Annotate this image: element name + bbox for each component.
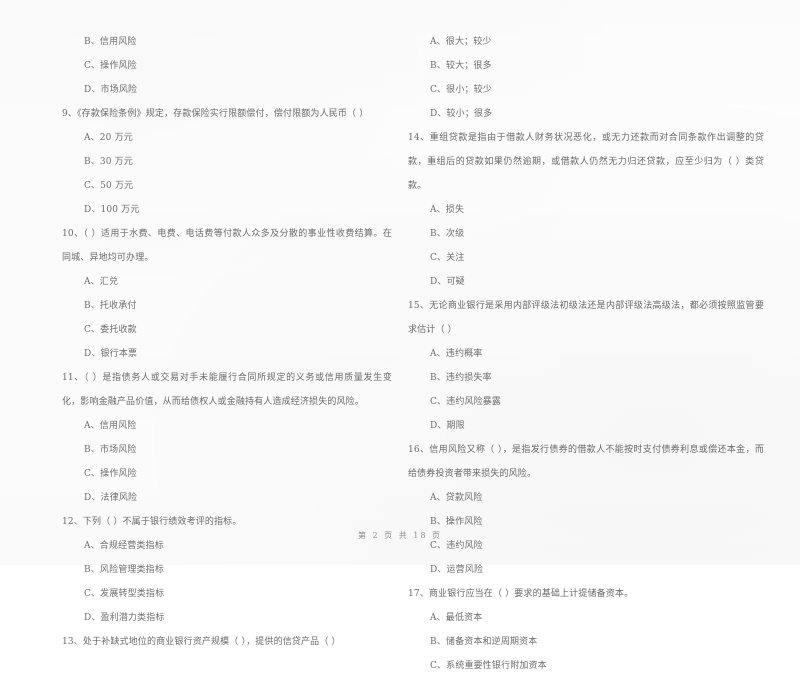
option-item[interactable]: D、100 万元 xyxy=(62,198,392,222)
option-item[interactable]: A、违约概率 xyxy=(408,342,764,366)
option-item[interactable]: B、储备资本和逆周期资本 xyxy=(408,630,764,654)
document-page: B、信用风险 C、操作风险 D、市场风险 9、《存款保险条例》规定，存款保险实行… xyxy=(0,0,800,671)
option-item[interactable]: D、可疑 xyxy=(408,270,764,294)
question-stem: 13、处于补缺式地位的商业银行资产规模（ ），提供的信贷产品（ ） xyxy=(62,637,341,647)
option-item[interactable]: C、关注 xyxy=(408,246,764,270)
option-item[interactable]: A、20 万元 xyxy=(62,126,392,150)
question-block: 14、重组贷款是指由于借款人财务状况恶化，或无力还款而对合同条款作出调整的贷款，… xyxy=(408,126,764,294)
option-item[interactable]: C、系统重要性银行附加资本 xyxy=(408,654,764,678)
right-column: A、很大；较少 B、较大；很多 C、很小；较少 D、较小；很多 14、重组贷款是… xyxy=(400,30,800,678)
option-item[interactable]: A、最低资本 xyxy=(408,606,764,630)
option-item[interactable]: B、30 万元 xyxy=(62,150,392,174)
option-item[interactable]: B、次级 xyxy=(408,222,764,246)
option-item[interactable]: C、发展转型类指标 xyxy=(62,582,392,606)
option-item[interactable]: D、市场风险 xyxy=(62,78,392,102)
option-item[interactable]: D、运营风险 xyxy=(408,558,764,582)
option-item[interactable]: D、盈利潜力类指标 xyxy=(62,606,392,630)
question-stem: 11、（ ）是指债务人或交易对手未能履行合同所规定的义务或信用质量发生变化，影响… xyxy=(62,373,392,407)
question-block: 16、信用风险又称（ ），是指发行债券的借款人不能按时支付债券利息或偿还本金，而… xyxy=(408,438,764,582)
option-item[interactable]: B、信用风险 xyxy=(62,30,392,54)
option-item[interactable]: A、损失 xyxy=(408,198,764,222)
option-item[interactable]: B、风险管理类指标 xyxy=(62,558,392,582)
left-column: B、信用风险 C、操作风险 D、市场风险 9、《存款保险条例》规定，存款保险实行… xyxy=(0,30,400,678)
option-item[interactable]: D、期限 xyxy=(408,414,764,438)
option-item[interactable]: A、汇兑 xyxy=(62,270,392,294)
option-item[interactable]: D、法律风险 xyxy=(62,486,392,510)
question-block: 9、《存款保险条例》规定，存款保险实行限额偿付，偿付限额为人民币（ ） A、20… xyxy=(62,102,392,222)
question-stem: 15、无论商业银行是采用内部评级法初级法还是内部评级法高级法，都必须按照监管要求… xyxy=(408,301,764,335)
option-item[interactable]: C、违约风险暴露 xyxy=(408,390,764,414)
option-item[interactable]: C、委托收款 xyxy=(62,318,392,342)
option-item[interactable]: B、托收承付 xyxy=(62,294,392,318)
option-item[interactable]: C、操作风险 xyxy=(62,462,392,486)
option-item[interactable]: B、市场风险 xyxy=(62,438,392,462)
option-item[interactable]: D、较小；很多 xyxy=(408,102,764,126)
question-block: 17、商业银行应当在（ ）要求的基础上计提储备资本。 A、最低资本 B、储备资本… xyxy=(408,582,764,678)
page-footer: 第 2 页 共 18 页 xyxy=(358,531,442,540)
option-item[interactable]: A、贷款风险 xyxy=(408,486,764,510)
question-block: 13、处于补缺式地位的商业银行资产规模（ ），提供的信贷产品（ ） xyxy=(62,630,392,654)
option-item[interactable]: B、违约损失率 xyxy=(408,366,764,390)
question-stem: 9、《存款保险条例》规定，存款保险实行限额偿付，偿付限额为人民币（ ） xyxy=(62,109,369,119)
question-stem: 14、重组贷款是指由于借款人财务状况恶化，或无力还款而对合同条款作出调整的贷款，… xyxy=(408,133,764,191)
question-block: 11、（ ）是指债务人或交易对手未能履行合同所规定的义务或信用质量发生变化，影响… xyxy=(62,366,392,510)
option-item[interactable]: A、很大；较少 xyxy=(408,30,764,54)
question-stem: 16、信用风险又称（ ），是指发行债券的借款人不能按时支付债券利息或偿还本金，而… xyxy=(408,445,764,479)
option-item[interactable]: C、操作风险 xyxy=(62,54,392,78)
question-block: 15、无论商业银行是采用内部评级法初级法还是内部评级法高级法，都必须按照监管要求… xyxy=(408,294,764,438)
option-item[interactable]: B、较大；很多 xyxy=(408,54,764,78)
question-stem: 10、（ ）适用于水费、电费、电话费等付款人众多及分散的事业性收费结算。在同城、… xyxy=(62,229,392,263)
option-item[interactable]: C、50 万元 xyxy=(62,174,392,198)
question-block: 10、（ ）适用于水费、电费、电话费等付款人众多及分散的事业性收费结算。在同城、… xyxy=(62,222,392,366)
question-block: B、信用风险 C、操作风险 D、市场风险 xyxy=(62,30,392,102)
question-block: 12、下列（ ）不属于银行绩效考评的指标。 A、合规经营类指标 B、风险管理类指… xyxy=(62,510,392,630)
question-stem: 17、商业银行应当在（ ）要求的基础上计提储备资本。 xyxy=(408,589,634,599)
option-item[interactable]: C、很小；较少 xyxy=(408,78,764,102)
question-block: A、很大；较少 B、较大；很多 C、很小；较少 D、较小；很多 xyxy=(408,30,764,126)
option-item[interactable]: A、信用风险 xyxy=(62,414,392,438)
two-column-body: B、信用风险 C、操作风险 D、市场风险 9、《存款保险条例》规定，存款保险实行… xyxy=(0,30,800,678)
option-item[interactable]: D、银行本票 xyxy=(62,342,392,366)
